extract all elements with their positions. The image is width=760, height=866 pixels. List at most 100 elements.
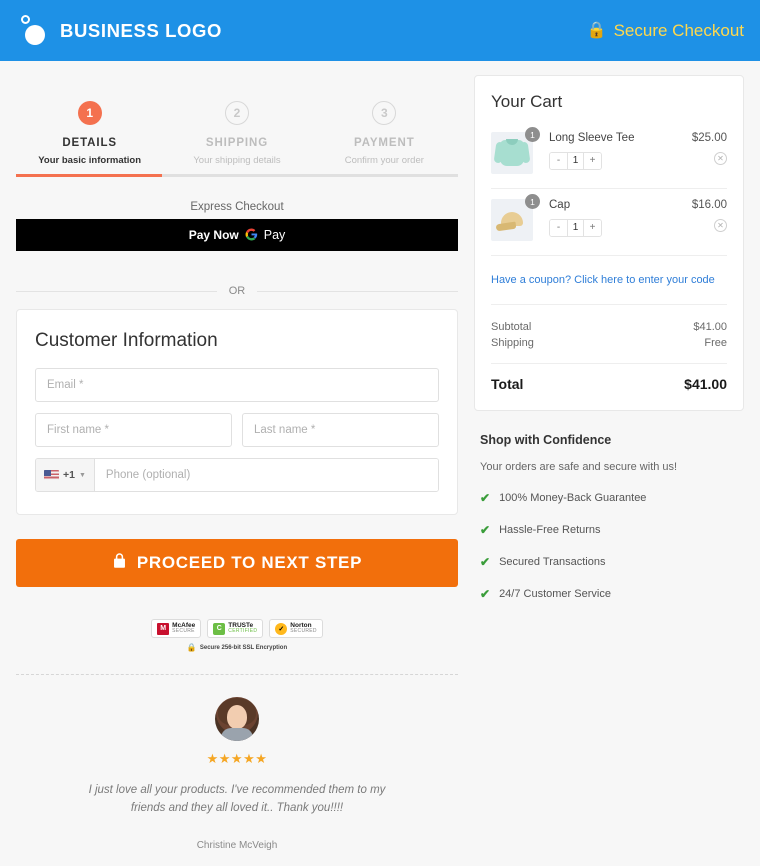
remove-item-icon[interactable]: ✕ [714,219,727,232]
remove-item-icon[interactable]: ✕ [714,152,727,165]
shipping-row: Shipping Free [491,335,727,351]
cart-title: Your Cart [491,92,563,111]
step-subtitle-payment: Confirm your order [344,155,424,166]
checkout-sidebar: Your Cart 1 Long Sleeve Tee - 1 + $25.00… [474,61,760,851]
email-field[interactable] [35,368,439,402]
check-icon: ✔ [480,491,491,505]
lock-icon: 🔒 [186,643,197,652]
or-divider: OR [16,285,458,297]
increase-quantity-button[interactable]: + [584,152,601,169]
step-details[interactable]: 1 DETAILS Your basic information [16,101,163,166]
divider-line-left [16,290,217,292]
proceed-button-label: PROCEED TO NEXT STEP [136,553,363,572]
truste-badge: C TRUSTe CERTIFIED [207,619,264,638]
step-title-details: DETAILS [62,137,117,149]
step-subtitle-shipping: Your shipping details [193,155,281,166]
or-label: OR [228,285,246,297]
increase-quantity-button[interactable]: + [584,219,601,236]
step-title-shipping: SHIPPING [205,137,269,149]
quantity-stepper: - 1 + [549,151,602,170]
subtotal-value: $41.00 [693,321,727,333]
step-title-payment: PAYMENT [354,137,415,149]
progress-track [16,174,458,177]
confidence-item: ✔ 100% Money-Back Guarantee [480,491,744,505]
check-icon: ✔ [480,555,491,569]
phone-field-group: +1 ▼ [35,458,439,492]
quantity-value[interactable]: 1 [567,219,584,236]
pay-now-label: Pay Now [188,228,239,242]
lock-icon [112,552,127,574]
item-name: Long Sleeve Tee [549,132,635,144]
cart-item-divider [491,188,727,189]
proceed-to-next-step-button[interactable]: PROCEED TO NEXT STEP [16,539,458,587]
quantity-value[interactable]: 1 [567,152,584,169]
ssl-encryption-text: Secure 256-bit SSL Encryption [199,644,288,651]
google-pay-label: Pay [263,228,286,242]
confidence-item-label: Hassle-Free Returns [499,524,601,536]
check-icon: ✔ [480,523,491,537]
cart-item-row: 1 Cap - 1 + $16.00 ✕ [491,193,727,251]
express-checkout-label: Express Checkout [190,201,284,213]
logo-small-circle-icon [21,14,30,24]
mcafee-secure-badge: M McAfee SECURE [151,619,202,638]
norton-badge-bottom: SECURED [290,628,317,635]
totals-divider [491,304,727,305]
secure-checkout-indicator: 🔒 Secure Checkout [587,21,744,41]
norton-check-icon: ✓ [275,622,288,635]
check-icon: ✔ [480,587,491,601]
customer-avatar [215,697,259,741]
confidence-item: ✔ 24/7 Customer Service [480,587,744,601]
google-pay-button[interactable]: Pay Now Pay [16,219,458,251]
progress-fill [16,174,162,177]
logo-large-circle-icon [25,24,45,45]
site-header: BUSINESS LOGO 🔒 Secure Checkout [0,0,760,61]
truste-badge-bottom: CERTIFIED [228,628,258,635]
country-code-selector[interactable]: +1 ▼ [36,459,95,491]
cart-item-row: 1 Long Sleeve Tee - 1 + $25.00 ✕ [491,126,727,184]
checkout-stepper: 1 DETAILS Your basic information 2 SHIPP… [16,61,458,177]
confidence-title: Shop with Confidence [480,433,612,447]
step-subtitle-details: Your basic information [38,155,142,166]
testimonial-author: Christine McVeigh [196,839,278,851]
chevron-down-icon: ▼ [78,471,86,479]
step-shipping[interactable]: 2 SHIPPING Your shipping details [163,101,310,166]
google-g-icon [245,228,258,243]
last-name-field[interactable] [242,413,439,447]
customer-information-card: Customer Information +1 ▼ [16,309,458,515]
step-payment[interactable]: 3 PAYMENT Confirm your order [311,101,458,166]
step-number-3: 3 [372,101,397,125]
total-value: $41.00 [684,376,727,392]
checkout-page: BUSINESS LOGO 🔒 Secure Checkout 1 DETAIL… [0,0,760,866]
subtotal-label: Subtotal [491,321,532,333]
confidence-item-label: 100% Money-Back Guarantee [499,492,647,504]
item-price: $25.00 [691,132,727,144]
country-code-label: +1 [63,469,75,481]
cart-card: Your Cart 1 Long Sleeve Tee - 1 + $25.00… [474,75,744,411]
lock-icon: 🔒 [586,21,607,39]
confidence-item-label: 24/7 Customer Service [499,588,611,600]
confidence-item: ✔ Hassle-Free Returns [480,523,744,537]
subtotal-row: Subtotal $41.00 [491,319,727,335]
customer-information-title: Customer Information [35,330,218,351]
cart-divider [491,255,727,256]
coupon-link[interactable]: Have a coupon? Click here to enter your … [491,260,727,300]
confidence-subtitle: Your orders are safe and secure with us! [480,461,678,473]
confidence-item-label: Secured Transactions [499,556,606,568]
total-row: Total $41.00 [491,372,727,392]
divider-line-right [257,290,458,292]
total-divider [491,363,727,364]
phone-field[interactable] [94,459,438,491]
brand-logo[interactable]: BUSINESS LOGO [16,14,222,48]
step-number-2: 2 [224,101,249,125]
truste-icon: C [213,622,226,635]
express-checkout-section: Express Checkout Pay Now Pay [16,201,458,251]
ssl-encryption-note: 🔒 Secure 256-bit SSL Encryption [16,643,458,652]
first-name-field[interactable] [35,413,232,447]
decrease-quantity-button[interactable]: - [550,219,567,236]
testimonial-quote: I just love all your products. I've reco… [88,784,386,815]
mcafee-badge-bottom: SECURE [172,628,195,635]
checkout-main-column: 1 DETAILS Your basic information 2 SHIPP… [0,61,474,851]
decrease-quantity-button[interactable]: - [550,152,567,169]
brand-name: BUSINESS LOGO [60,19,222,41]
logo-mark-icon [16,14,50,48]
